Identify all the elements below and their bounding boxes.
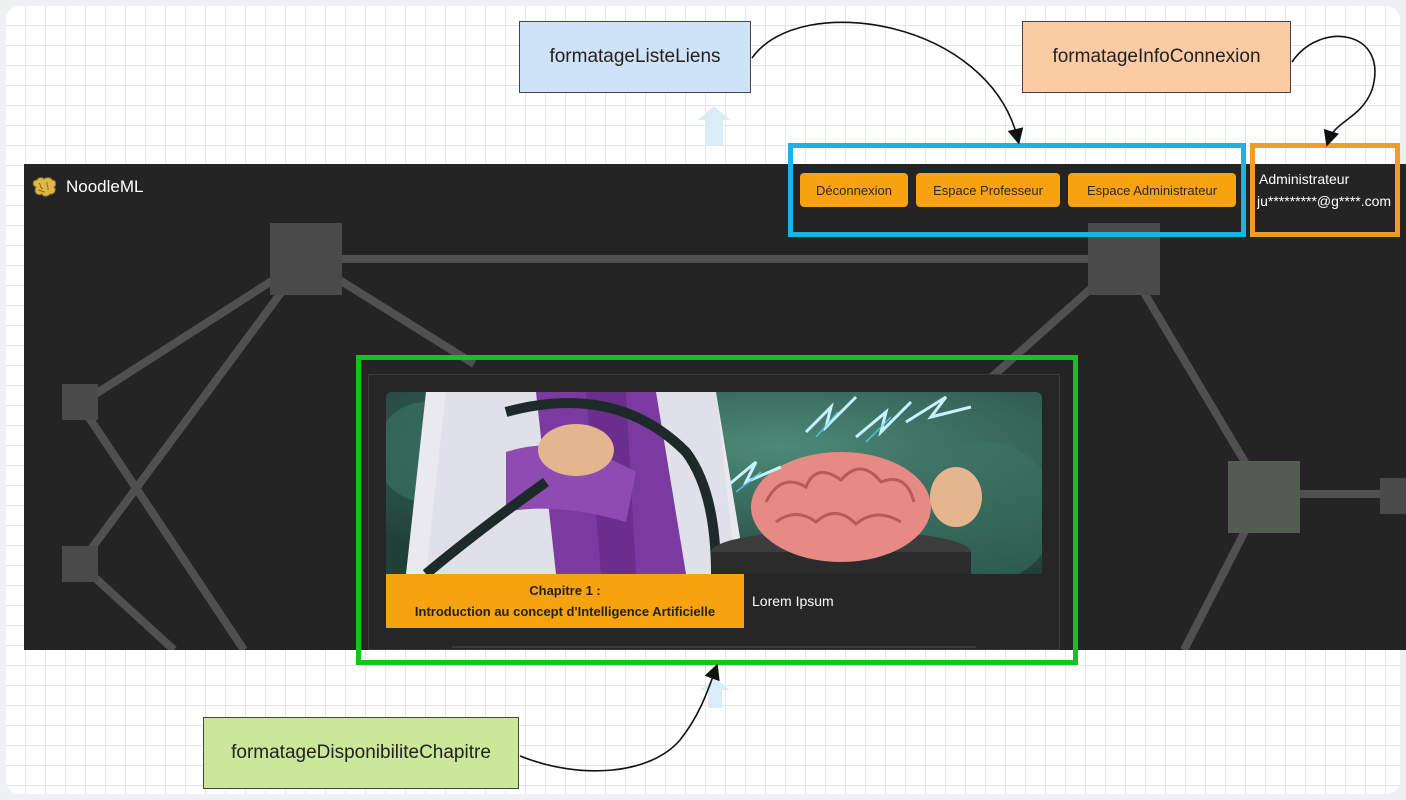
note-disponibilite-chapitre: formatageDisponibiliteChapitre <box>203 717 519 789</box>
note-liste-liens: formatageListeLiens <box>519 21 751 93</box>
user-info-highlight <box>1250 143 1400 237</box>
nav-links-highlight <box>788 143 1246 237</box>
brand-logo[interactable]: NoodleML <box>30 176 144 198</box>
brain-icon <box>32 177 57 197</box>
chapter-highlight <box>356 355 1078 665</box>
brand-name: NoodleML <box>66 177 144 196</box>
note-info-connexion: formatageInfoConnexion <box>1022 21 1291 93</box>
